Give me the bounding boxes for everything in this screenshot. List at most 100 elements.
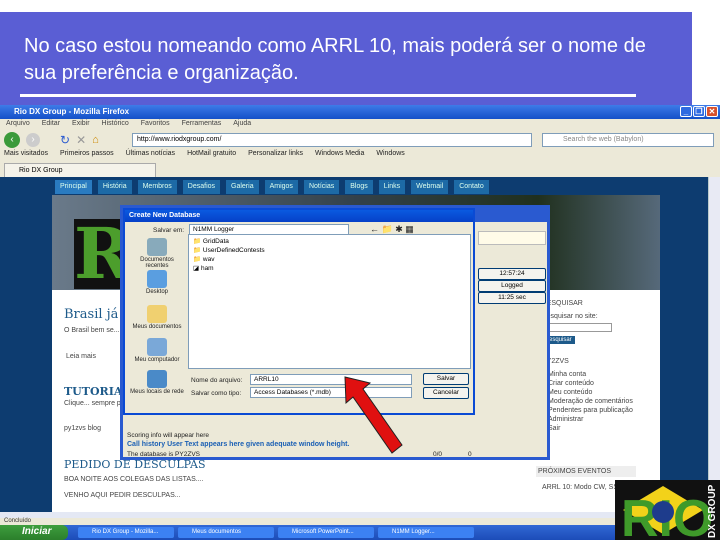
red-arrow-annotation	[344, 376, 403, 454]
vertical-scrollbar[interactable]	[708, 177, 720, 512]
url-bar[interactable]: http://www.riodxgroup.com/	[132, 133, 532, 147]
file-name: UserDefinedContests	[202, 247, 265, 254]
file-item[interactable]: ◪ ham	[193, 264, 466, 273]
read-more-link[interactable]: Leia mais	[66, 353, 96, 360]
back-button[interactable]: ‹	[4, 132, 20, 148]
user-menu: Minha conta Criar conteúdo Meu conteúdo …	[548, 370, 638, 433]
start-button[interactable]: Iniciar	[0, 525, 68, 540]
blog-link[interactable]: py1zvs blog	[64, 425, 101, 432]
menu-item[interactable]: Histórico	[102, 120, 129, 129]
menu-item[interactable]: Favoritos	[141, 120, 170, 129]
nav-item[interactable]: Principal	[55, 180, 92, 194]
nav-item[interactable]: Contato	[454, 180, 489, 194]
nav-item[interactable]: Membros	[137, 180, 177, 194]
menu-item[interactable]: Arquivo	[6, 120, 30, 129]
window-titlebar: Rio DX Group - Mozilla Firefox _ ❐ ✕	[0, 105, 720, 119]
status-bar: Concluído	[4, 518, 32, 524]
close-button[interactable]: ✕	[706, 106, 718, 117]
browser-tab[interactable]: Rio DX Group	[4, 163, 156, 177]
place-computer[interactable]: Meu computador	[129, 338, 185, 363]
file-list: 📁 GridData 📁 UserDefinedContests 📁 wav ◪…	[188, 234, 471, 369]
nav-item[interactable]: Blogs	[345, 180, 373, 194]
place-recent[interactable]: Documentos recentes	[129, 238, 185, 269]
forward-button[interactable]: ›	[26, 133, 40, 147]
save-in-label: Salvar em:	[153, 227, 185, 234]
file-item[interactable]: 📁 GridData	[193, 237, 466, 246]
scoring-info: Scoring info will appear here	[127, 432, 210, 439]
stop-icon[interactable]: ✕	[76, 133, 86, 147]
minimize-button[interactable]: _	[680, 106, 692, 117]
search-input[interactable]: Search the web (Babylon)	[542, 133, 714, 147]
cancel-button[interactable]: Cancelar	[423, 387, 469, 399]
file-item[interactable]: 📁 wav	[193, 255, 466, 264]
user-menu-item[interactable]: Meu conteúdo	[548, 388, 638, 397]
user-menu-item[interactable]: Pendentes para publicação	[548, 406, 638, 415]
place-label: Meus documentos	[132, 324, 182, 330]
user-menu-item[interactable]: Administrar	[548, 415, 638, 424]
n1mm-rate[interactable]: 11:25 sec	[478, 292, 546, 304]
desktop-icon	[147, 270, 167, 288]
save-button[interactable]: Salvar	[423, 373, 469, 385]
site-logo: R	[74, 212, 133, 295]
taskbar-item[interactable]: Rio DX Group - Mozilla...	[78, 527, 174, 538]
menu-item[interactable]: Exibir	[72, 120, 90, 129]
site-nav: Principal História Membros Desafios Gale…	[55, 180, 489, 194]
user-menu-item[interactable]: Sair	[548, 424, 638, 433]
count-zero: 0	[468, 451, 472, 458]
menu-item[interactable]: Ferramentas	[182, 120, 222, 129]
menu-bar: Arquivo Editar Exibir Histórico Favorito…	[0, 119, 720, 130]
place-documents[interactable]: Meus documentos	[129, 305, 185, 330]
bookmark[interactable]: HotMail gratuito	[187, 150, 236, 162]
place-desktop[interactable]: Desktop	[129, 270, 185, 295]
home-icon[interactable]: ⌂	[92, 134, 99, 146]
rio-dx-group-logo: RIO DX GROUP	[615, 480, 720, 540]
n1mm-field[interactable]	[478, 231, 546, 245]
nav-item[interactable]: História	[97, 180, 132, 194]
maximize-button[interactable]: ❐	[693, 106, 705, 117]
search-label: Pesquisar no site:	[542, 313, 598, 320]
reload-icon[interactable]: ↻	[60, 133, 70, 147]
event-link[interactable]: ARRL 10: Modo CW, SSB	[542, 484, 623, 491]
bookmark[interactable]: Personalizar links	[248, 150, 303, 162]
taskbar: Iniciar Rio DX Group - Mozilla... Meus d…	[0, 525, 720, 540]
nav-item[interactable]: Links	[378, 180, 406, 194]
n1mm-time[interactable]: 12:57:24	[478, 268, 546, 280]
file-name: ham	[200, 265, 214, 272]
file-item[interactable]: 📁 UserDefinedContests	[193, 246, 466, 255]
recent-icon	[147, 238, 167, 256]
bookmark[interactable]: Windows Media	[315, 150, 364, 162]
n1mm-logged[interactable]: Logged	[478, 280, 546, 292]
user-menu-item[interactable]: Moderação de comentários	[548, 397, 638, 406]
user-menu-item[interactable]: Criar conteúdo	[548, 379, 638, 388]
svg-text:DX GROUP: DX GROUP	[707, 484, 718, 538]
computer-icon	[147, 338, 167, 356]
bookmark[interactable]: Primeiros passos	[60, 150, 114, 162]
bookmark[interactable]: Últimas notícias	[126, 150, 175, 162]
slide-title: No caso estou nomeando como ARRL 10, mai…	[24, 35, 646, 84]
user-menu-item[interactable]: Minha conta	[548, 370, 638, 379]
place-label: Documentos recentes	[140, 257, 174, 269]
apology-text: VENHO AQUI PEDIR DESCULPAS...	[64, 492, 181, 499]
site-search-input[interactable]	[542, 323, 612, 332]
nav-item[interactable]: Galeria	[226, 180, 259, 194]
file-name: wav	[202, 256, 215, 263]
menu-item[interactable]: Ajuda	[233, 120, 251, 129]
navigation-toolbar: ‹ › ↻ ✕ ⌂ http://www.riodxgroup.com/ Sea…	[0, 130, 720, 150]
place-network[interactable]: Meus locais de rede	[129, 370, 185, 395]
nav-item[interactable]: Webmail	[411, 180, 449, 194]
dialog-title: Create New Database	[125, 210, 473, 222]
bookmark[interactable]: Mais visitados	[4, 150, 48, 162]
count: 0/0	[433, 451, 443, 458]
folder-icon	[147, 305, 167, 323]
nav-item[interactable]: Desafios	[182, 180, 221, 194]
bookmark[interactable]: Windows	[376, 150, 404, 162]
menu-item[interactable]: Editar	[42, 120, 60, 129]
place-label: Meus locais de rede	[130, 389, 184, 395]
file-type-label: Salvar como tipo:	[191, 390, 242, 397]
taskbar-item[interactable]: Meus documentos	[178, 527, 274, 538]
nav-item[interactable]: Amigos	[264, 180, 298, 194]
taskbar-item[interactable]: Microsoft PowerPoint...	[278, 527, 374, 538]
taskbar-item[interactable]: N1MM Logger...	[378, 527, 474, 538]
place-label: Desktop	[145, 289, 168, 295]
nav-item[interactable]: Notícias	[303, 180, 340, 194]
